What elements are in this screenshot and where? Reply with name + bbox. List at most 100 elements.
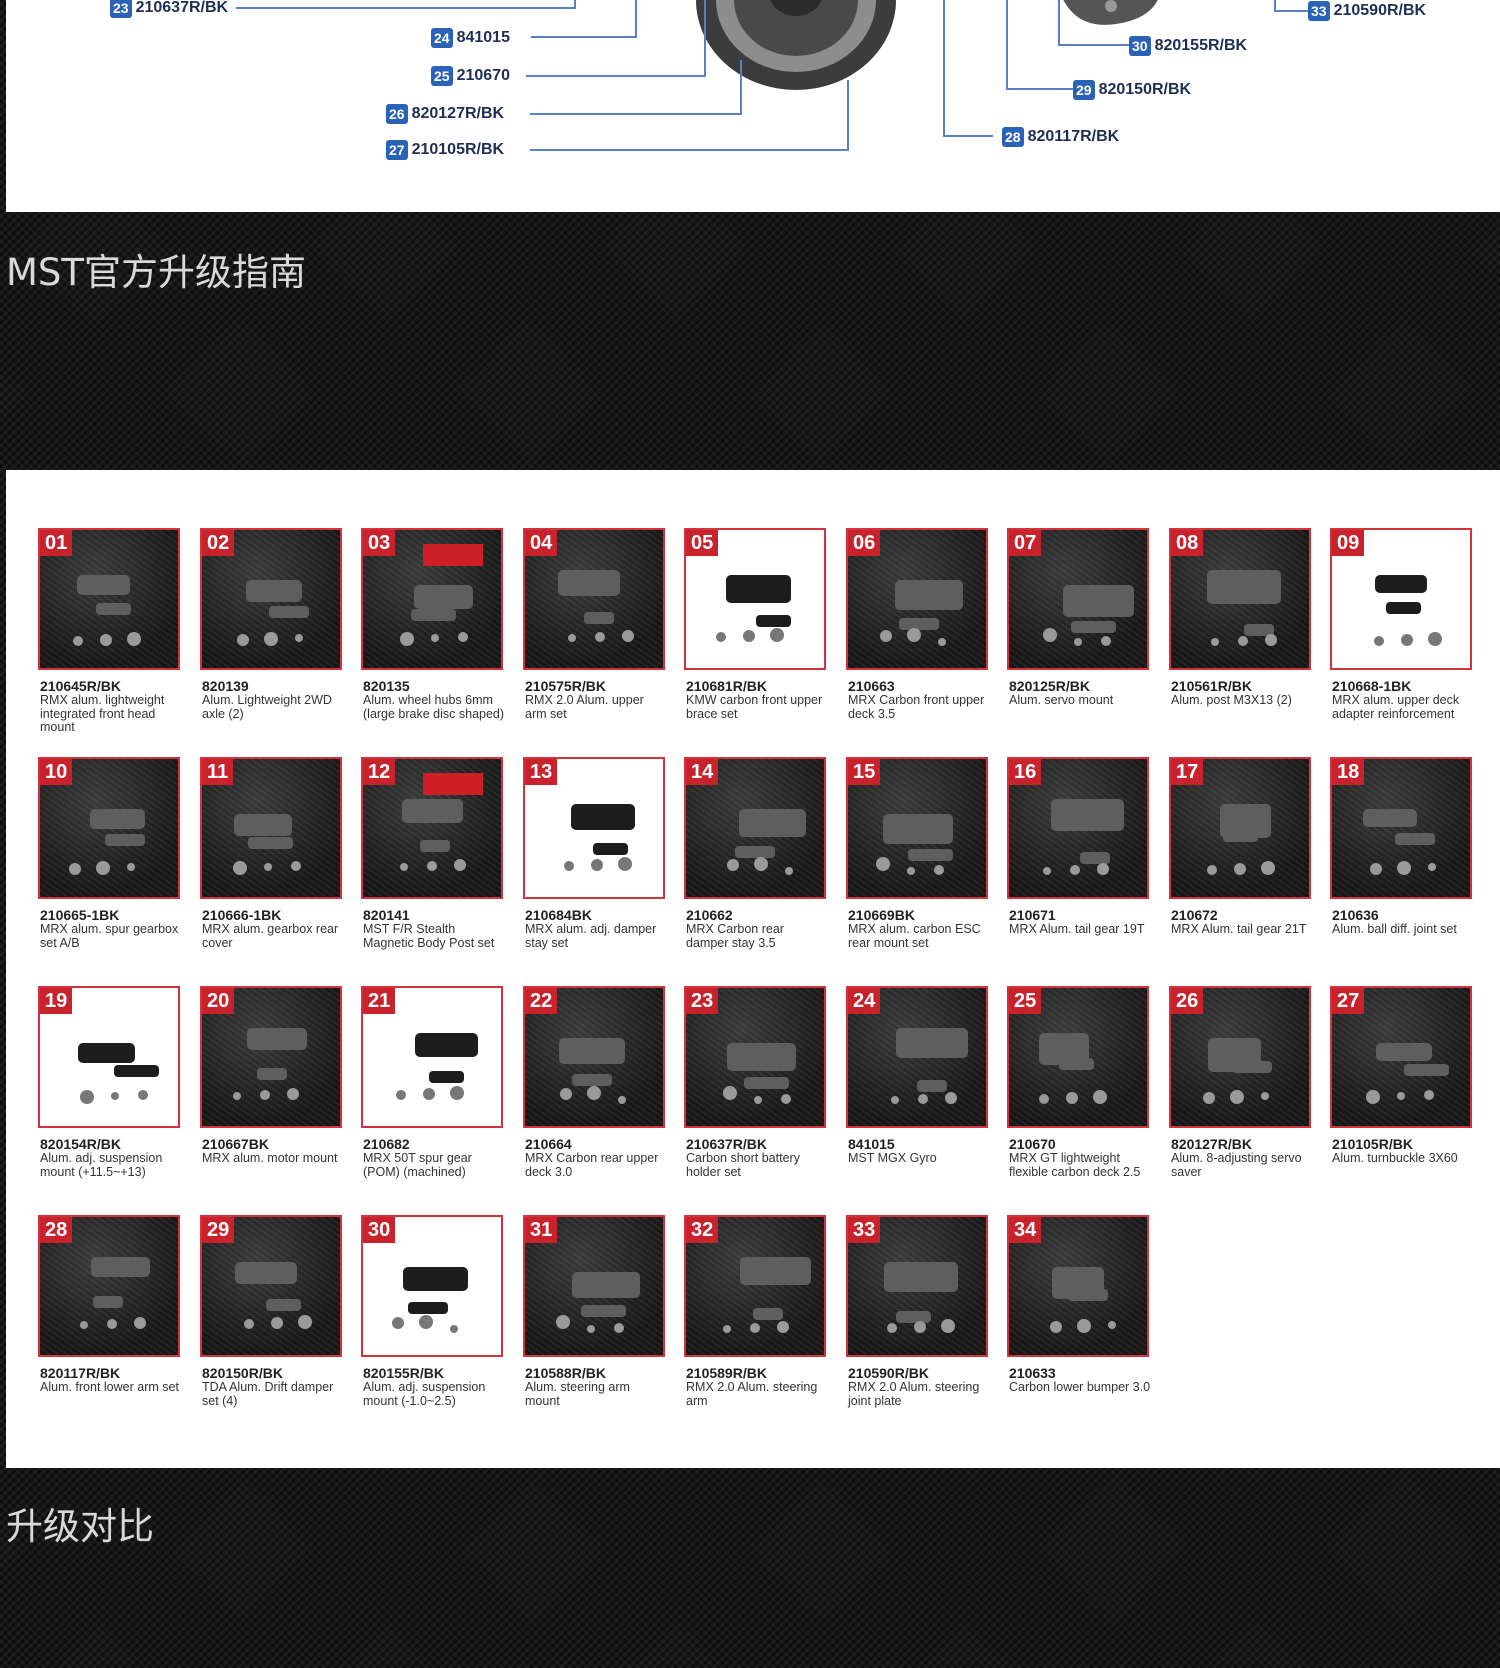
callout-code: 841015	[456, 29, 510, 46]
part-description: Carbon lower bumper 3.0	[1009, 1380, 1151, 1394]
part-description: Alum. ball diff. joint set	[1332, 922, 1457, 936]
part-photo: 24	[846, 986, 988, 1128]
callout-badge: 30	[1129, 36, 1151, 56]
part-description: TDA Alum. Drift damper set (4)	[202, 1380, 334, 1408]
callout-badge: 26	[386, 104, 408, 124]
part-description: Alum. adj. suspension mount (-1.0~2.5)	[363, 1380, 486, 1408]
item-number-badge: 29	[202, 1217, 235, 1243]
part-description: Alum. turnbuckle 3X60	[1332, 1151, 1458, 1165]
part-code: 210681R/BK	[686, 678, 767, 694]
part-photo: 26	[1169, 986, 1311, 1128]
item-number-badge: 21	[363, 988, 396, 1014]
part-description: KMW carbon front upper brace set	[686, 693, 823, 721]
exploded-diagram: 23 210637R/BK 24 841015 25 210670 26 820…	[6, 0, 1500, 212]
part-description: MST F/R Stealth Magnetic Body Post set	[363, 922, 495, 950]
item-number-badge: 31	[525, 1217, 558, 1243]
part-photo: 22	[523, 986, 665, 1128]
callout-badge: 27	[386, 140, 408, 160]
callout-badge: 23	[110, 0, 132, 18]
part-photo: 12	[361, 757, 503, 899]
part-description: MRX GT lightweight flexible carbon deck …	[1009, 1151, 1141, 1179]
parts-catalog: 01 210645R/BK RMX alum. lightweight integr…	[6, 470, 1500, 1468]
part-photo: 14	[684, 757, 826, 899]
item-number-badge: 02	[202, 530, 235, 556]
part-description: RMX 2.0 Alum. steering arm	[686, 1380, 818, 1408]
callout-27: 27 210105R/BK	[386, 140, 504, 160]
item-number-badge: 06	[848, 530, 881, 556]
part-code: 210682	[363, 1136, 410, 1152]
callout-code: 820117R/BK	[1027, 128, 1120, 145]
part-photo: 05	[684, 528, 826, 670]
callout-badge: 28	[1002, 127, 1024, 147]
callout-badge: 25	[431, 66, 453, 86]
part-photo: 31	[523, 1215, 665, 1357]
part-photo: 19	[38, 986, 180, 1128]
part-photo: 09	[1330, 528, 1472, 670]
part-code: 210668-1BK	[1332, 678, 1412, 694]
section-title: 升级对比	[6, 1505, 154, 1548]
callout-23: 23 210637R/BK	[110, 0, 228, 18]
item-number-badge: 23	[686, 988, 719, 1014]
item-number-badge: 34	[1009, 1217, 1042, 1243]
part-code: 820135	[363, 678, 410, 694]
item-number-badge: 13	[525, 759, 558, 785]
item-number-badge: 07	[1009, 530, 1042, 556]
item-number-badge: 05	[686, 530, 719, 556]
part-photo: 01	[38, 528, 180, 670]
part-photo: 08	[1169, 528, 1311, 670]
part-code: 210672	[1171, 907, 1218, 923]
callout-30: 30 820155R/BK	[1129, 36, 1247, 56]
part-description: MRX alum. adj. damper stay set	[525, 922, 657, 950]
part-code: 820141	[363, 907, 410, 923]
part-code: 820117R/BK	[40, 1365, 121, 1381]
item-number-badge: 09	[1332, 530, 1365, 556]
part-photo: 10	[38, 757, 180, 899]
part-code: 210637R/BK	[686, 1136, 767, 1152]
callout-33: 33 210590R/BK	[1308, 1, 1426, 21]
item-number-badge: 26	[1171, 988, 1204, 1014]
part-description: MRX Carbon rear damper stay 3.5	[686, 922, 784, 950]
part-photo: 29	[200, 1215, 342, 1357]
item-number-badge: 17	[1171, 759, 1204, 785]
part-description: Alum. wheel hubs 6mm (large brake disc s…	[363, 693, 505, 721]
part-description: MRX alum. spur gearbox set A/B	[40, 922, 179, 950]
part-photo: 30	[361, 1215, 503, 1357]
part-code: 210667BK	[202, 1136, 269, 1152]
part-code: 210666-1BK	[202, 907, 282, 923]
part-description: MRX alum. upper deck adapter reinforceme…	[1332, 693, 1460, 721]
part-description: MRX Alum. tail gear 19T	[1009, 922, 1145, 936]
part-description: RMX 2.0 Alum. steering joint plate	[848, 1380, 980, 1408]
callout-26: 26 820127R/BK	[386, 104, 504, 124]
part-code: 210575R/BK	[525, 678, 606, 694]
part-description: Carbon short battery holder set	[686, 1151, 800, 1179]
part-code: 820139	[202, 678, 249, 694]
part-code: 820127R/BK	[1171, 1136, 1252, 1152]
part-photo: 34	[1007, 1215, 1149, 1357]
part-code: 210662	[686, 907, 733, 923]
callout-code: 820150R/BK	[1098, 81, 1192, 98]
part-description: MRX Carbon front upper deck 3.5	[848, 693, 985, 721]
part-code: 820154R/BK	[40, 1136, 121, 1152]
callout-badge: 24	[431, 28, 453, 48]
part-code: 210669BK	[848, 907, 915, 923]
part-photo: 20	[200, 986, 342, 1128]
part-description: MRX Alum. tail gear 21T	[1171, 922, 1307, 936]
part-code: 210645R/BK	[40, 678, 121, 694]
part-description: MRX alum. carbon ESC rear mount set	[848, 922, 981, 950]
part-description: MRX Carbon rear upper deck 3.0	[525, 1151, 659, 1179]
item-number-badge: 30	[363, 1217, 396, 1243]
part-code: 210588R/BK	[525, 1365, 606, 1381]
callout-code: 820155R/BK	[1154, 37, 1248, 54]
part-code: 210561R/BK	[1171, 678, 1252, 694]
item-number-badge: 03	[363, 530, 396, 556]
item-number-badge: 01	[40, 530, 73, 556]
callout-code: 210590R/BK	[1333, 2, 1427, 19]
part-photo: 03	[361, 528, 503, 670]
item-number-badge: 28	[40, 1217, 73, 1243]
part-description: Alum. servo mount	[1009, 693, 1114, 707]
callout-code: 210105R/BK	[411, 141, 505, 158]
part-code: 210590R/BK	[848, 1365, 929, 1381]
item-number-badge: 15	[848, 759, 881, 785]
part-code: 210684BK	[525, 907, 592, 923]
part-code: 820155R/BK	[363, 1365, 444, 1381]
